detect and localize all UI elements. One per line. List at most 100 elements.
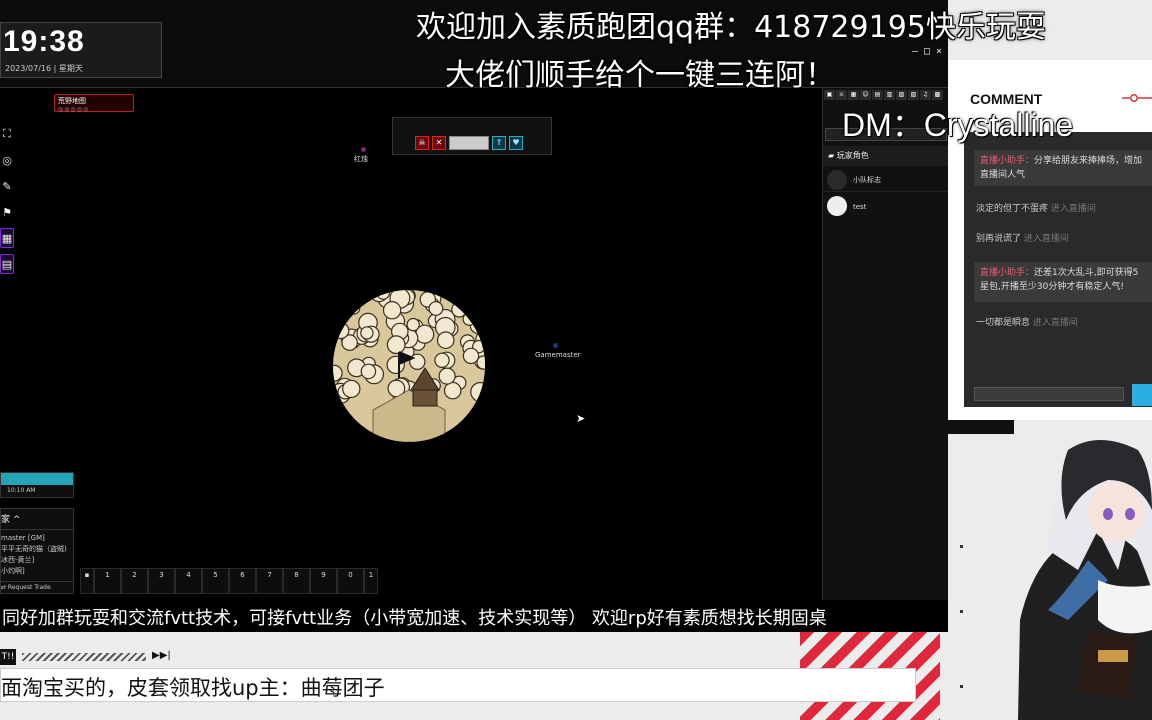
actor-entry[interactable]: test [823,194,949,218]
hotbar-slot[interactable]: 7 [256,568,283,594]
game-time: 10:10 AM [7,487,36,494]
hotbar-page[interactable]: 1 [364,568,378,594]
pencil-icon[interactable]: ✎ [0,176,14,196]
token-label: 红烛 [354,155,368,163]
comment-feed: 直播小助手：分享给朋友来捧捧场，增加直播间人气 淡定的但丁不蛋疼 进入直播间 别… [964,132,1152,407]
ticker-text: 同好加群玩耍和交流fvtt技术，可接fvtt业务（小带宽加速、技术实现等） 欢迎… [2,608,827,629]
tree-shape [436,331,455,349]
comment-input[interactable] [974,387,1124,401]
players-list: 家 ^ master [GM] 平平无奇的猫（盗贼) 冰西-黄兰] 小灼啊] ⇄… [0,508,74,594]
tree-shape [443,381,462,400]
tree-shape [428,301,444,316]
flag-icon[interactable]: ⚑ [0,202,14,222]
player-item: 平平无奇的猫（盗贼) [1,545,67,553]
hotbar-slot[interactable]: 9 [310,568,337,594]
hud-resource-bar[interactable] [449,136,489,150]
comment-user: 一切都是瞬息 [976,318,1031,328]
hotbar-slot[interactable]: 0 [337,568,364,594]
tree-shape [360,363,377,380]
journal-tab-icon[interactable]: ▥ [884,90,895,100]
actor-name: 小队标志 [853,176,881,184]
skull-icon[interactable]: ☠ [415,136,429,150]
hotbar-menu-icon[interactable]: ▪ [80,568,94,594]
elevation-icon[interactable]: ⇑ [492,136,506,150]
comment-message: 直播小助手：分享给朋友来捧捧场，增加直播间人气 [974,150,1152,186]
request-trade-button[interactable]: ⇄ Request Trade [1,581,73,591]
hotbar-slot[interactable]: 1 [94,568,121,594]
actor-portrait [827,170,847,190]
scene-navigation[interactable]: 荒野地图 ◎◎◎◎◎ [54,94,134,113]
actors-tab-icon[interactable]: ☺ [860,90,871,100]
close-icon[interactable]: × [936,46,942,57]
actor-folder[interactable]: ▰ 玩家角色 [823,146,949,166]
target-red-icon[interactable]: ✕ [432,136,446,150]
compendium-tab-icon[interactable]: ▩ [932,90,943,100]
ticker-bar: 同好加群玩耍和交流fvtt技术，可接fvtt业务（小带宽加速、技术实现等） 欢迎… [0,600,948,632]
comment-text: 进入直播间 [1050,204,1096,214]
player-item: 冰西-黄兰] [1,556,35,564]
scenes-tab-icon[interactable]: ▦ [848,90,859,100]
hotbar-slot[interactable]: 4 [175,568,202,594]
heart-icon[interactable]: ♥ [509,136,523,150]
token-marker[interactable] [361,147,366,152]
daylight-bar [1,473,73,485]
items-tab-icon[interactable]: ▤ [872,90,883,100]
window-controls: – □ × [912,46,942,57]
playlists-tab-icon[interactable]: ♫ [920,90,931,100]
time-widget: 10:10 AM [0,472,74,498]
folder-icon: ▰ [828,151,837,160]
hotbar-slot[interactable]: 8 [283,568,310,594]
comment-text: 进入直播间 [1023,234,1069,244]
scene-name[interactable]: 荒野地图 [58,96,130,106]
hotbar-slot[interactable]: 5 [202,568,229,594]
skip-icon: ▶▶| [152,650,171,661]
hotbar-slot[interactable]: 3 [148,568,175,594]
actor-name: test [853,203,867,211]
comment-message: 淡定的但丁不蛋疼 进入直播间 [976,202,1096,216]
notice-stripe [22,653,146,661]
notes-icon[interactable]: ▤ [0,254,14,274]
comment-deco-icon [1122,94,1152,102]
subtitle-text: 面淘宝买的，皮套领取找up主：曲莓团子 [1,676,385,700]
tree-shape [462,347,480,365]
actor-entry[interactable]: 小队标志 [823,168,949,192]
clock-date: 2023/07/16 | 星期天 [5,64,83,73]
minimize-icon[interactable]: – [912,46,918,57]
tree-shape [360,326,374,340]
tree-shape [438,367,456,385]
comment-message: 一切都是瞬息 进入直播间 [976,316,1078,330]
tree-shape [342,379,361,399]
mouse-cursor: ➤ [576,412,586,425]
player-item: master [GM] [1,534,45,542]
tables-tab-icon[interactable]: ▧ [896,90,907,100]
fullscreen-icon[interactable]: ⛶ [0,124,14,144]
notice-bar: T!! ▶▶| [0,649,200,665]
vtt-sidebar: ▣ ⚔ ▦ ☺ ▤ ▥ ▧ ▨ ♫ ▩ ▰ 玩家角色 小队标志 test [822,88,949,632]
token-marker[interactable] [553,343,558,348]
scene-controls: ⛶ ◎ ✎ ⚑ ▦ ▤ [0,124,14,280]
maximize-icon[interactable]: □ [924,46,930,57]
folder-name: 玩家角色 [836,151,869,160]
notice-tag: T!! [0,649,16,665]
tree-shape [386,335,406,355]
comment-send-button[interactable] [1132,384,1152,406]
subtitle-box: 面淘宝买的，皮套领取找up主：曲莓团子 [0,668,916,702]
players-header[interactable]: 家 ^ [1,512,73,530]
comment-text: 进入直播间 [1032,318,1078,328]
cards-tab-icon[interactable]: ▨ [908,90,919,100]
hotbar-slot[interactable]: 6 [229,568,256,594]
hotbar-slot[interactable]: 2 [121,568,148,594]
tree-shape [406,317,420,332]
combat-tab-icon[interactable]: ⚔ [836,90,847,100]
dm-label: DM：Crystalline [842,107,1074,143]
vtuber-avatar [1018,440,1152,720]
grid-icon[interactable]: ▦ [0,228,14,248]
forest-map [333,290,485,442]
comment-user: 直播小助手 [980,268,1026,278]
map-vision-circle[interactable] [333,290,485,442]
macro-hotbar: ▪ 1 2 3 4 5 6 7 8 9 0 1 [80,568,378,594]
token-hud: ☠ ✕ ⇑ ♥ [392,117,552,155]
stream-clock: 19:38 2023/07/16 | 星期天 [0,22,162,78]
target-icon[interactable]: ◎ [0,150,14,170]
comment-message: 直播小助手：还差1次大乱斗,即可获得5星包,开播至少30分钟才有稳定人气! [974,262,1152,302]
